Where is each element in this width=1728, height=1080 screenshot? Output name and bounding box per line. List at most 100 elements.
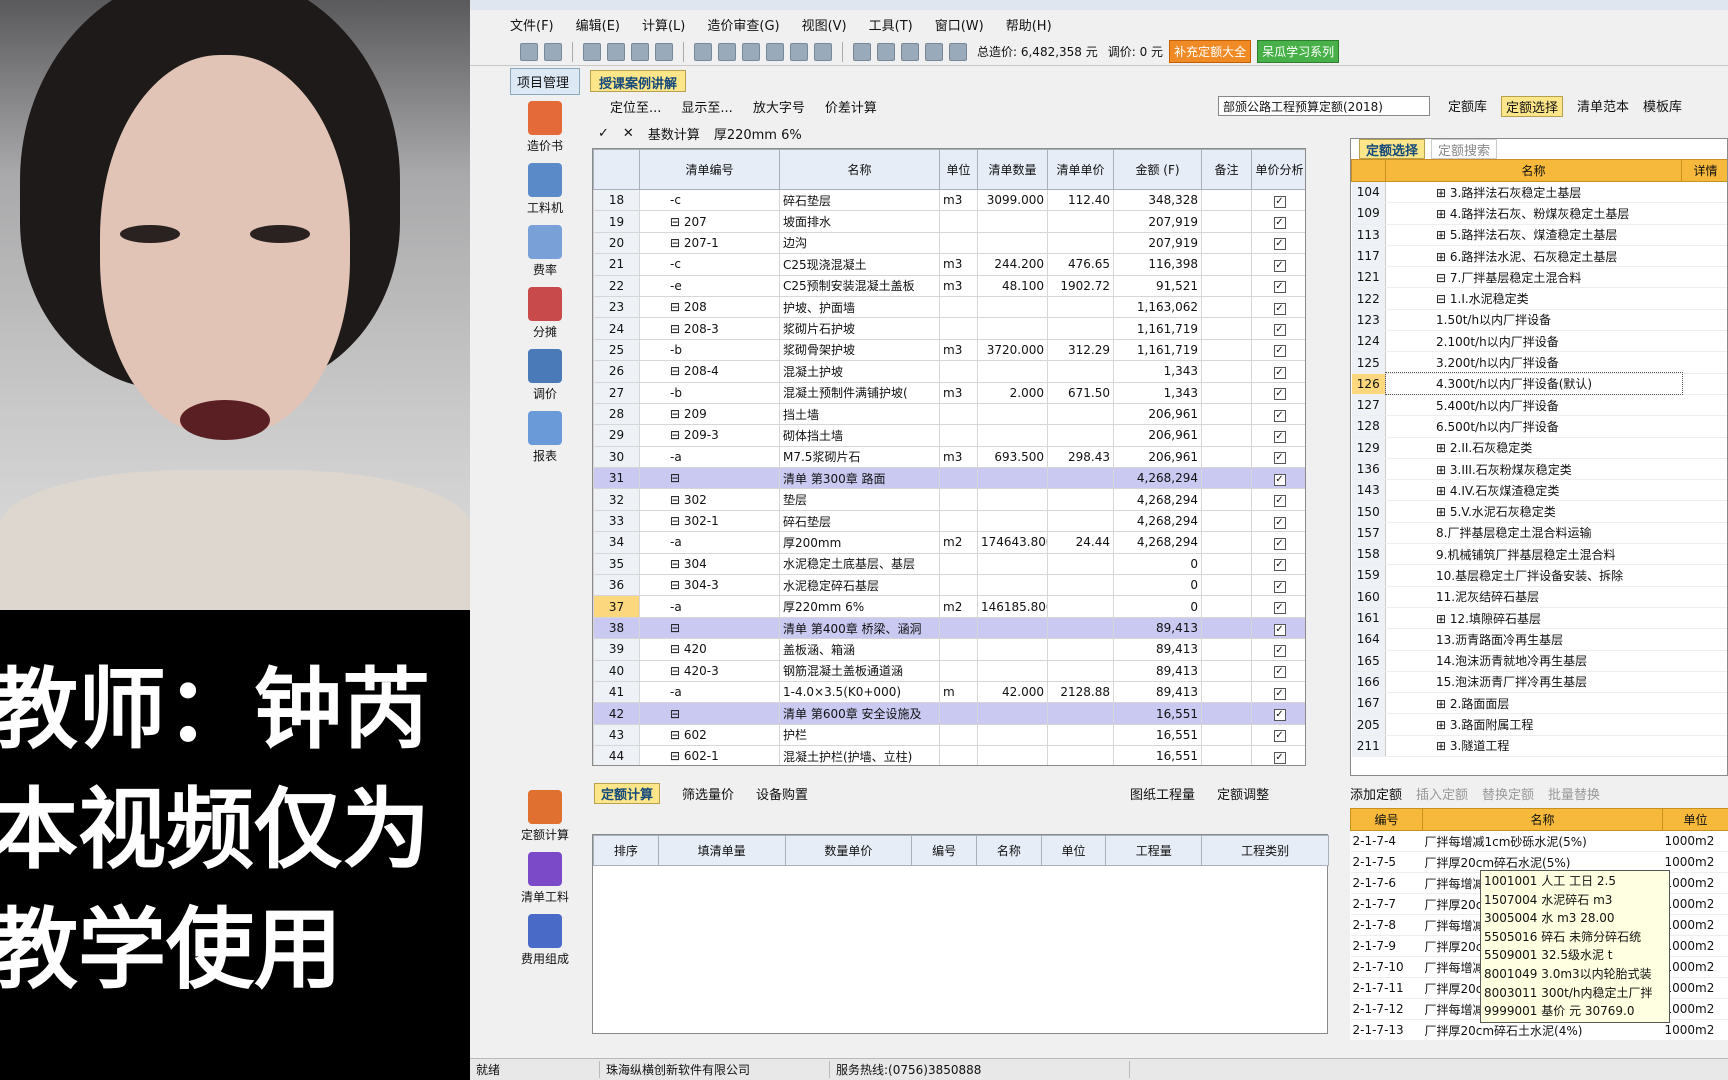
cell[interactable]: 厂拌每增减1cm砂砾水泥(5%) xyxy=(1422,830,1663,852)
cell[interactable] xyxy=(1201,231,1252,255)
cell[interactable]: 2-1-7-4 xyxy=(1350,830,1423,852)
menu-help[interactable]: 帮助(H) xyxy=(1006,15,1052,34)
cell[interactable] xyxy=(977,467,1048,490)
tree-row-label[interactable]: ⊞ 5.路拌法石灰、煤渣稳定土基层 xyxy=(1385,224,1682,246)
table-row[interactable]: 28 ⊟ 209 挡土墙 206,961 ✓ xyxy=(593,402,1305,426)
cell[interactable] xyxy=(1047,467,1114,490)
cell[interactable]: 1,163,062 xyxy=(1113,295,1202,319)
cell[interactable]: 37 xyxy=(593,595,640,618)
cell[interactable]: 混凝土预制件满铺护坡( xyxy=(779,381,940,404)
nav-report[interactable]: 报表 xyxy=(510,411,580,473)
tree-row-label[interactable]: 1.50t/h以内厂拌设备 xyxy=(1385,309,1682,332)
cell[interactable]: 19 xyxy=(593,210,640,233)
menu-view[interactable]: 视图(V) xyxy=(802,15,847,34)
cell[interactable]: 碎石垫层 xyxy=(779,188,940,212)
cell[interactable]: 水泥稳定土底基层、基层 xyxy=(779,552,940,576)
formula-value[interactable]: 厚220mm 6% xyxy=(714,124,802,143)
cell[interactable] xyxy=(977,424,1048,447)
cell[interactable] xyxy=(977,659,1048,682)
cell[interactable]: 18 xyxy=(593,188,640,212)
cell[interactable]: 1,161,719 xyxy=(1113,338,1202,362)
cell[interactable] xyxy=(1047,659,1114,682)
tree-row[interactable]: 205 ⊞ 3.路面附属工程 xyxy=(1351,713,1727,736)
cell[interactable] xyxy=(1047,745,1114,765)
tree-row-label[interactable]: 6.500t/h以内厂拌设备 xyxy=(1385,415,1682,438)
table-row[interactable]: 19 ⊟ 207 坡面排水 207,919 ✓ xyxy=(593,210,1305,233)
cell[interactable] xyxy=(1201,509,1252,533)
tree-row[interactable]: 121 ⊟ 7.厂拌基层稳定土混合料 xyxy=(1351,266,1727,289)
cell[interactable]: 1000m2 xyxy=(1662,956,1728,978)
tree-row[interactable]: 125 3.200t/h以内厂拌设备 xyxy=(1351,351,1727,374)
cell[interactable] xyxy=(977,702,1048,725)
cell[interactable]: 混凝土护栏(护墙、立柱) xyxy=(779,745,940,765)
cell[interactable]: ⊟ 209-3 xyxy=(639,424,780,447)
cell[interactable]: 206,961 xyxy=(1113,402,1202,426)
quota-row[interactable]: 2-1-7-4 厂拌每增减1cm砂砾水泥(5%) 1000m2 xyxy=(1350,830,1728,852)
cell[interactable] xyxy=(939,231,978,255)
cell[interactable]: 1000m2 xyxy=(1662,914,1728,936)
cell[interactable] xyxy=(977,509,1048,533)
cell[interactable] xyxy=(1201,402,1252,426)
table-row[interactable]: 18 -c 碎石垫层 m3 3099.000 112.40 348,328 ✓ xyxy=(593,188,1305,212)
cell[interactable]: 34 xyxy=(593,531,640,554)
tree-row[interactable]: 104 ⊞ 3.路拌法石灰稳定土基层 xyxy=(1351,181,1727,204)
quota-lib-button[interactable]: 定额库 xyxy=(1448,96,1487,117)
tree-row[interactable]: 143 ⊞ 4.IV.石灰煤渣稳定类 xyxy=(1351,479,1727,502)
cell[interactable]: 36 xyxy=(593,574,640,597)
analysis-checkbox[interactable]: ✓ xyxy=(1251,509,1305,533)
cell[interactable]: m3 xyxy=(939,188,978,212)
menu-file[interactable]: 文件(F) xyxy=(510,15,554,34)
cell[interactable] xyxy=(1201,338,1252,362)
cell[interactable] xyxy=(1201,360,1252,383)
insert-icon[interactable] xyxy=(694,42,712,61)
cell[interactable]: ⊟ 208 xyxy=(639,295,780,319)
cell[interactable]: 2128.88 xyxy=(1047,680,1114,704)
tree-row-label[interactable]: ⊞ 3.III.石灰粉煤灰稳定类 xyxy=(1385,458,1682,481)
tree-row-label[interactable]: ⊞ 5.V.水泥石灰稳定类 xyxy=(1385,500,1682,523)
cell[interactable]: 边沟 xyxy=(779,231,940,255)
table-row[interactable]: 21 -c C25现浇混凝土 m3 244.200 476.65 116,398 ✓ xyxy=(593,253,1305,276)
tree-row[interactable]: 128 6.500t/h以内厂拌设备 xyxy=(1351,415,1727,438)
cell[interactable] xyxy=(977,317,1048,340)
nav-rate[interactable]: 费率 xyxy=(510,225,580,287)
cell[interactable]: 4,268,294 xyxy=(1113,488,1202,511)
cell[interactable] xyxy=(1047,210,1114,233)
cell[interactable] xyxy=(939,424,978,447)
cell[interactable]: ⊟ 304 xyxy=(639,552,780,576)
cell[interactable]: 16,551 xyxy=(1113,745,1202,765)
cell[interactable]: 89,413 xyxy=(1113,680,1202,704)
template-lib-button[interactable]: 模板库 xyxy=(1643,96,1682,117)
cell[interactable] xyxy=(977,360,1048,383)
cell[interactable]: 清单 第300章 路面 xyxy=(779,467,940,490)
cell[interactable]: 2-1-7-7 xyxy=(1350,893,1423,915)
tree-row-label[interactable]: ⊞ 2.II.石灰稳定类 xyxy=(1385,437,1682,459)
table-row[interactable]: 33 ⊟ 302-1 碎石垫层 4,268,294 ✓ xyxy=(593,509,1305,533)
table-row[interactable]: 32 ⊟ 302 垫层 4,268,294 ✓ xyxy=(593,488,1305,511)
cell[interactable] xyxy=(1201,574,1252,597)
cell[interactable]: 16,551 xyxy=(1113,702,1202,725)
cell[interactable]: 2-1-7-9 xyxy=(1350,935,1423,957)
cell[interactable]: 27 xyxy=(593,381,640,404)
cell[interactable]: 2.000 xyxy=(977,381,1048,404)
cell[interactable] xyxy=(939,745,978,765)
table-row[interactable]: 41 -a 1-4.0×3.5(K0+000) m 42.000 2128.88 89,41… xyxy=(593,680,1305,704)
cell[interactable] xyxy=(1047,488,1114,511)
analysis-checkbox[interactable]: ✓ xyxy=(1251,231,1305,255)
cell[interactable]: -b xyxy=(639,381,780,404)
cell[interactable]: 298.43 xyxy=(1047,445,1114,469)
cell[interactable]: 2-1-7-10 xyxy=(1350,956,1423,978)
table-row[interactable]: 44 ⊟ 602-1 混凝土护栏(护墙、立柱) 16,551 ✓ xyxy=(593,745,1305,765)
tree-row-label[interactable]: ⊞ 4.IV.石灰煤渣稳定类 xyxy=(1385,479,1682,502)
cell[interactable]: 33 xyxy=(593,509,640,533)
cell[interactable] xyxy=(1047,402,1114,426)
tree-row-label[interactable]: 3.200t/h以内厂拌设备 xyxy=(1385,351,1682,374)
cell[interactable]: 0 xyxy=(1113,574,1202,597)
cell[interactable] xyxy=(1201,253,1252,276)
cell[interactable] xyxy=(1047,424,1114,447)
tree-row[interactable]: 122 ⊟ 1.I.水泥稳定类 xyxy=(1351,287,1727,310)
cell[interactable]: 3720.000 xyxy=(977,338,1048,362)
cell[interactable]: m3 xyxy=(939,381,978,404)
paste-icon[interactable] xyxy=(655,42,673,61)
tree-row-label[interactable]: ⊞ 3.隧道工程 xyxy=(1385,735,1682,758)
cell[interactable]: 1000m2 xyxy=(1662,998,1728,1020)
